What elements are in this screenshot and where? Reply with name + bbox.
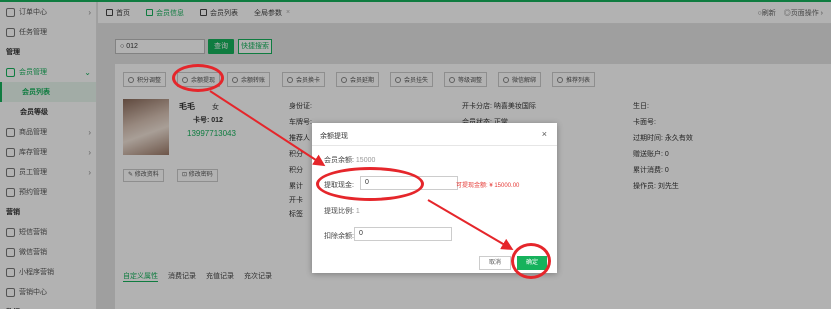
annotation-circle-confirm: [511, 243, 551, 279]
cancel-button[interactable]: 取消: [479, 256, 511, 270]
deduct-label: 扣除余额:: [324, 233, 354, 240]
deduct-balance-input[interactable]: 0: [354, 227, 452, 241]
close-icon[interactable]: ×: [542, 129, 547, 139]
withdrawable-amount: 可提现金额: ¥ 15000.00: [456, 183, 520, 189]
balance-label: 会员余额:: [324, 157, 354, 164]
annotation-circle-withdraw-button: [172, 64, 224, 92]
balance-row: 会员余额: 15000: [324, 155, 375, 165]
ratio-value: 1: [355, 208, 360, 215]
divider: [312, 145, 557, 146]
ratio-label: 提现比例:: [324, 208, 354, 215]
ratio-row: 提现比例: 1: [324, 206, 360, 216]
balance-value: 15000: [355, 157, 376, 164]
dialog-title: 余额提现: [320, 133, 348, 140]
annotation-circle-withdraw-input: [316, 167, 424, 201]
